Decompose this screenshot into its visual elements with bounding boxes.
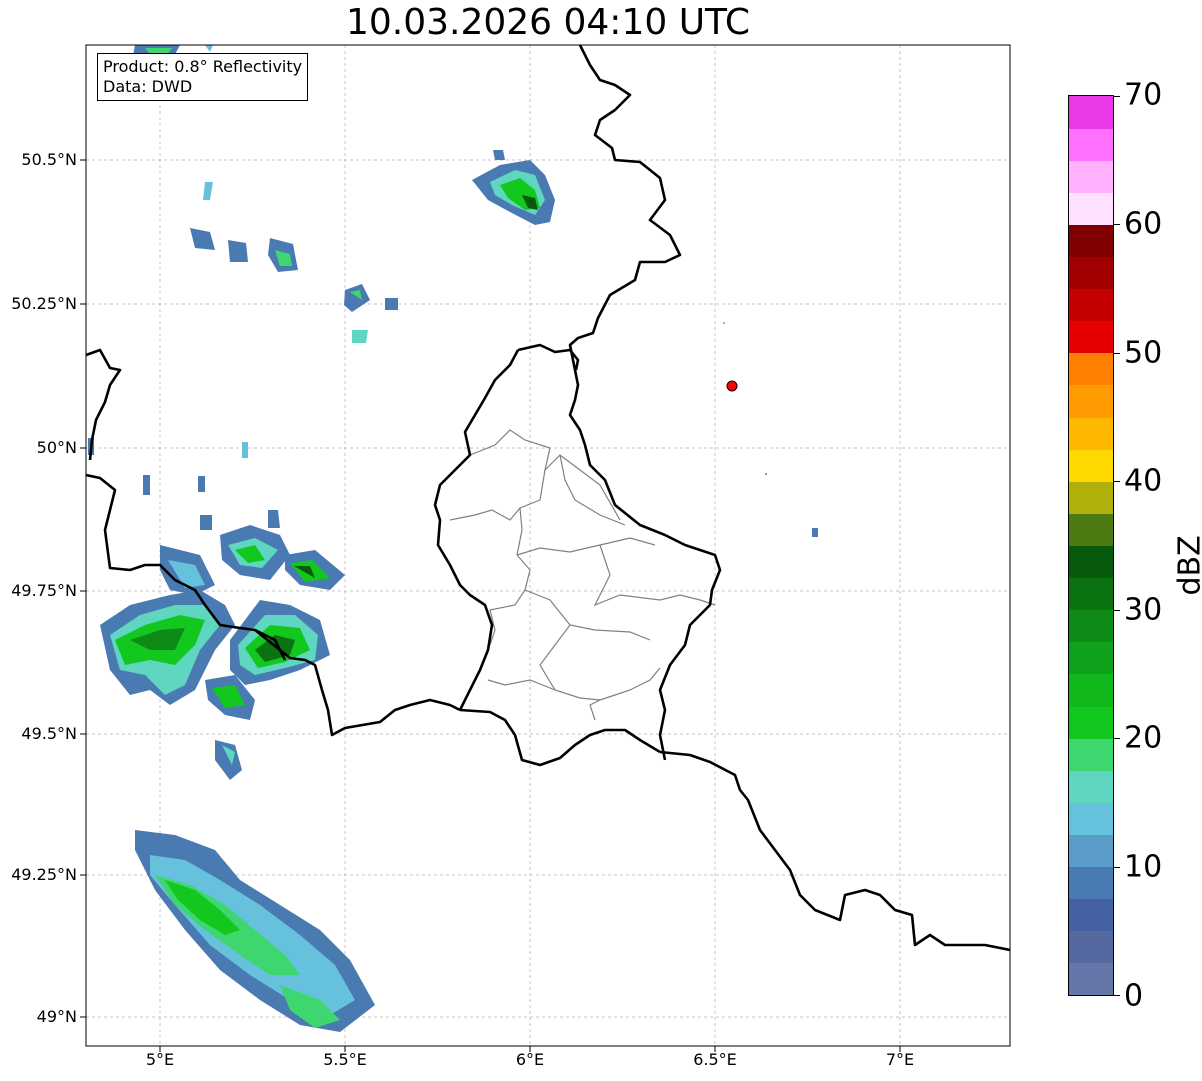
lat-label: 50°N — [36, 438, 77, 457]
colorbar-tick — [1114, 738, 1120, 739]
colorbar-segment — [1069, 898, 1113, 932]
colorbar-segment — [1069, 609, 1113, 643]
colorbar-segment — [1069, 962, 1113, 996]
colorbar-segment — [1069, 384, 1113, 418]
lat-label: 50.25°N — [11, 294, 77, 313]
colorbar-segment — [1069, 288, 1113, 322]
product-info-box: Product: 0.8° Reflectivity Data: DWD — [97, 53, 309, 101]
lat-label: 49.5°N — [21, 724, 77, 743]
colorbar-segment — [1069, 224, 1113, 258]
colorbar-tick — [1114, 995, 1120, 996]
colorbar-segment — [1069, 930, 1113, 964]
lon-label: 5°E — [145, 1050, 175, 1069]
lat-label: 50.5°N — [21, 150, 77, 169]
colorbar-segment — [1069, 481, 1113, 514]
colorbar-segment — [1069, 160, 1113, 193]
colorbar-tick-label: 20 — [1124, 720, 1163, 756]
colorbar-tick-label: 0 — [1124, 978, 1144, 1014]
lat-label: 49°N — [36, 1007, 77, 1026]
colorbar-segment — [1069, 673, 1113, 707]
colorbar-tick — [1114, 353, 1120, 354]
colorbar-segment — [1069, 738, 1113, 771]
lon-label: 7°E — [885, 1050, 915, 1069]
colorbar-segment — [1069, 449, 1113, 482]
colorbar-segment — [1069, 641, 1113, 675]
colorbar-tick — [1114, 481, 1120, 482]
colorbar-segment — [1069, 128, 1113, 161]
colorbar-unit-label: dBZ — [1172, 535, 1202, 596]
colorbar-segment — [1069, 706, 1113, 739]
colorbar-segment — [1069, 256, 1113, 290]
lon-label: 5.5°E — [323, 1050, 367, 1069]
country-borders — [86, 45, 1010, 952]
radar-echoes — [88, 45, 818, 1032]
colorbar-segment — [1069, 577, 1113, 611]
colorbar-tick-label: 40 — [1124, 463, 1163, 499]
lon-label: 6.5°E — [693, 1050, 737, 1069]
colorbar-tick-label: 70 — [1124, 77, 1163, 113]
colorbar-segment — [1069, 770, 1113, 803]
colorbar-tick — [1114, 610, 1120, 611]
colorbar-tick-label: 50 — [1124, 335, 1163, 371]
colorbar-segment — [1069, 352, 1113, 386]
colorbar-segment — [1069, 802, 1113, 835]
colorbar-tick-label: 60 — [1124, 206, 1163, 242]
colorbar — [1068, 95, 1114, 996]
lon-label: 6°E — [515, 1050, 545, 1069]
radar-site-marker — [726, 380, 738, 392]
colorbar-tick-label: 30 — [1124, 592, 1163, 628]
colorbar-segment — [1069, 192, 1113, 225]
colorbar-tick — [1114, 224, 1120, 225]
lat-label: 49.75°N — [11, 581, 77, 600]
colorbar-segment — [1069, 513, 1113, 546]
colorbar-segment — [1069, 417, 1113, 450]
data-source-label: Data: DWD — [103, 77, 193, 96]
colorbar-segment — [1069, 866, 1113, 900]
colorbar-segment — [1069, 545, 1113, 579]
colorbar-segment — [1069, 320, 1113, 354]
lat-label: 49.25°N — [11, 865, 77, 884]
colorbar-tick-label: 10 — [1124, 849, 1163, 885]
district-boundaries — [449, 429, 716, 721]
colorbar-segment — [1069, 96, 1113, 129]
colorbar-tick — [1114, 96, 1120, 97]
colorbar-segment — [1069, 834, 1113, 868]
product-label: Product: 0.8° Reflectivity — [103, 57, 303, 76]
colorbar-tick — [1114, 867, 1120, 868]
radar-map — [80, 44, 1011, 1052]
